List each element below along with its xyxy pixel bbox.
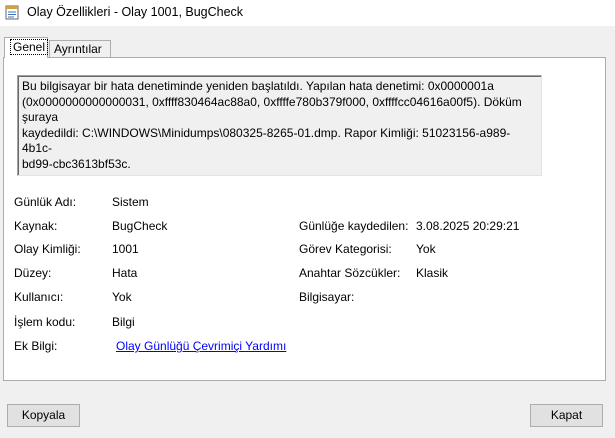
title-bar: Olay Özellikleri - Olay 1001, BugCheck (0, 0, 615, 26)
source-value: BugCheck (112, 219, 168, 233)
level-value: Hata (112, 266, 138, 280)
online-help-link[interactable]: Olay Günlüğü Çevrimiçi Yardımı (116, 339, 286, 353)
task-category-label: Görev Kategorisi: (299, 242, 392, 256)
opcode-value: Bilgi (112, 315, 135, 329)
tab-ayrintilar-label: Ayrıntılar (54, 42, 102, 56)
copy-button[interactable]: Kopyala (7, 404, 80, 427)
level-label: Düzey: (14, 266, 52, 280)
logged-label: Günlüğe kaydedilen: (299, 219, 409, 233)
log-name-value: Sistem (112, 195, 149, 209)
computer-label: Bilgisayar: (299, 290, 355, 304)
logged-value: 3.08.2025 20:29:21 (416, 219, 520, 233)
description-text: Bu bilgisayar bir hata denetiminde yenid… (22, 79, 522, 171)
event-viewer-icon (5, 5, 19, 20)
event-id-label: Olay Kimliği: (14, 242, 81, 256)
event-id-value: 1001 (112, 242, 139, 256)
tab-genel[interactable]: Genel (4, 37, 49, 58)
tab-genel-label: Genel (10, 39, 49, 55)
more-info-label: Ek Bilgi: (14, 339, 58, 353)
copy-button-label: Kopyala (21, 408, 66, 422)
window-title: Olay Özellikleri - Olay 1001, BugCheck (27, 5, 244, 19)
keywords-label: Anahtar Sözcükler: (299, 266, 401, 280)
description-box[interactable]: Bu bilgisayar bir hata denetiminde yenid… (17, 75, 542, 176)
general-tab-panel: Bu bilgisayar bir hata denetiminde yenid… (3, 57, 606, 381)
source-label: Kaynak: (14, 219, 58, 233)
user-label: Kullanıcı: (14, 290, 64, 304)
opcode-label: İşlem kodu: (14, 315, 76, 329)
keywords-value: Klasik (416, 266, 449, 280)
close-button[interactable]: Kapat (530, 404, 603, 427)
task-category-value: Yok (416, 242, 436, 256)
user-value: Yok (112, 290, 132, 304)
log-name-label: Günlük Adı: (14, 195, 77, 209)
tab-ayrintilar[interactable]: Ayrıntılar (49, 40, 111, 58)
close-button-label: Kapat (550, 408, 583, 422)
